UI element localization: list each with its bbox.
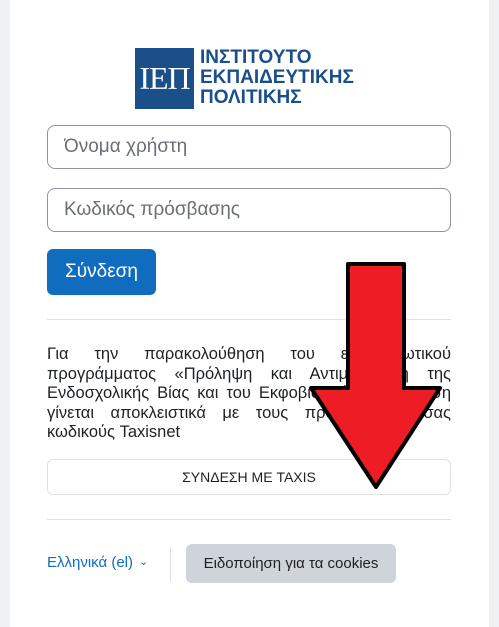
login-button[interactable]: Σύνδεση xyxy=(47,249,156,295)
logo-text: ΙΝΣΤΙΤΟΥΤΟ ΕΚΠΑΙΔΕΥΤΙΚΗΣ ΠΟΛΙΤΙΚΗΣ xyxy=(200,48,354,108)
cookies-notice-button[interactable]: Ειδοποίηση για τα cookies xyxy=(186,544,396,583)
institute-logo: ΙΕΠ ΙΝΣΤΙΤΟΥΤΟ ΕΚΠΑΙΔΕΥΤΙΚΗΣ ΠΟΛΙΤΙΚΗΣ xyxy=(135,48,375,112)
logo-mark: ΙΕΠ xyxy=(135,48,194,109)
chevron-down-icon: ⌄ xyxy=(139,556,149,568)
logo-line-1: ΙΝΣΤΙΤΟΥΤΟ xyxy=(200,47,312,68)
language-selector[interactable]: Ελληνικά (el) ⌄ xyxy=(47,554,148,571)
logo-line-2: ΕΚΠΑΙΔΕΥΤΙΚΗΣ xyxy=(200,67,354,88)
footer-separator xyxy=(170,548,171,582)
logo-line-3: ΠΟΛΙΤΙΚΗΣ xyxy=(200,87,302,108)
info-text: Για την παρακολούθηση του επιμορφωτικού … xyxy=(47,345,451,441)
password-input[interactable] xyxy=(47,188,451,232)
divider xyxy=(47,519,451,520)
language-label: Ελληνικά (el) xyxy=(47,554,134,571)
divider xyxy=(47,319,451,320)
username-input[interactable] xyxy=(47,125,451,169)
taxis-login-button[interactable]: ΣΥΝΔΕΣΗ ΜΕ TAXIS xyxy=(47,459,451,495)
